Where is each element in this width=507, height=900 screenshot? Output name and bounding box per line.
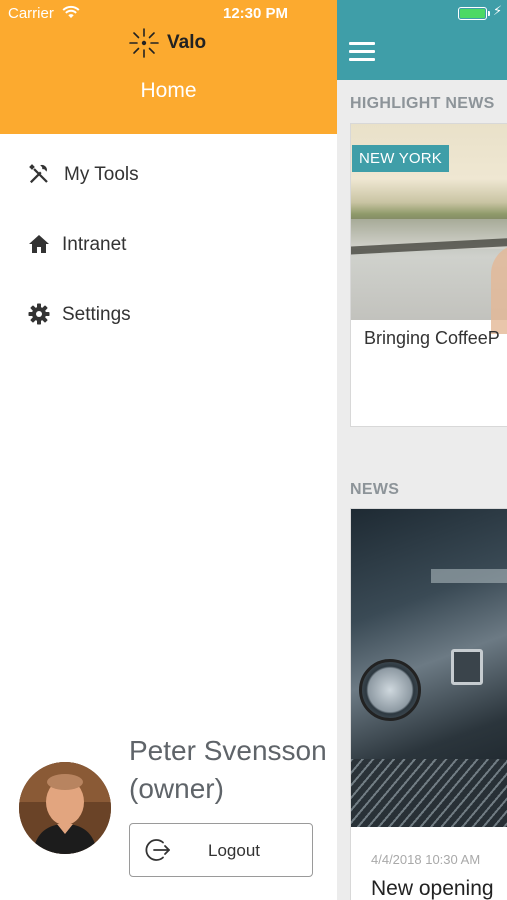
drawer-header: Carrier 12:30 PM Valo Home	[0, 0, 337, 134]
news-date: 4/4/2018 10:30 AM	[371, 852, 481, 867]
menu-item-intranet[interactable]: Intranet	[0, 218, 337, 274]
user-profile-name: Peter Svensson (owner)	[129, 732, 327, 808]
wifi-icon	[62, 5, 80, 18]
main-content: ⚡ HIGHLIGHT NEWS NEW YORK Bringing Coffe…	[337, 0, 507, 900]
menu-item-label: Settings	[62, 304, 131, 325]
menu-item-settings[interactable]: Settings	[0, 288, 337, 344]
top-app-bar: ⚡	[337, 0, 507, 80]
tools-icon	[29, 164, 48, 184]
news-title: New opening	[371, 877, 494, 900]
user-name: Peter Svensson	[129, 735, 327, 766]
highlight-news-card[interactable]: NEW YORK Bringing CoffeeP	[350, 123, 507, 427]
avatar-portrait	[19, 762, 111, 854]
carrier-label: Carrier	[8, 5, 54, 22]
menu-item-my-tools[interactable]: My Tools	[0, 148, 337, 204]
logout-icon	[145, 839, 170, 861]
gear-icon	[28, 303, 50, 325]
home-icon	[29, 235, 49, 253]
user-role: (owner)	[129, 773, 224, 804]
drawer-title: Home	[140, 79, 197, 102]
menu-item-label: Intranet	[62, 234, 127, 255]
news-card[interactable]: 4/4/2018 10:30 AM New opening	[350, 508, 507, 900]
battery-cap	[488, 11, 490, 16]
app-screen: ⚡ HIGHLIGHT NEWS NEW YORK Bringing Coffe…	[0, 0, 507, 900]
highlight-news-heading: HIGHLIGHT NEWS	[350, 95, 495, 112]
highlight-news-title: Bringing CoffeeP	[364, 328, 500, 348]
location-tag: NEW YORK	[352, 145, 450, 172]
valo-logo-icon	[129, 28, 159, 58]
logout-button[interactable]: Logout	[129, 823, 313, 877]
logo-wordmark: Valo	[167, 32, 207, 53]
news-heading: NEWS	[350, 481, 400, 498]
charging-bolt-icon: ⚡	[493, 4, 503, 19]
highlight-news-image: NEW YORK	[351, 124, 507, 334]
avatar[interactable]	[19, 762, 111, 854]
battery-icon	[458, 7, 487, 20]
menu-item-label: My Tools	[64, 164, 139, 185]
logout-label: Logout	[208, 841, 260, 860]
clock: 12:30 PM	[223, 5, 289, 22]
navigation-drawer: Carrier 12:30 PM Valo Home My Tools Intr…	[0, 0, 337, 900]
hamburger-menu-icon[interactable]	[349, 42, 375, 62]
news-image	[351, 509, 507, 827]
battery-level	[460, 9, 485, 18]
